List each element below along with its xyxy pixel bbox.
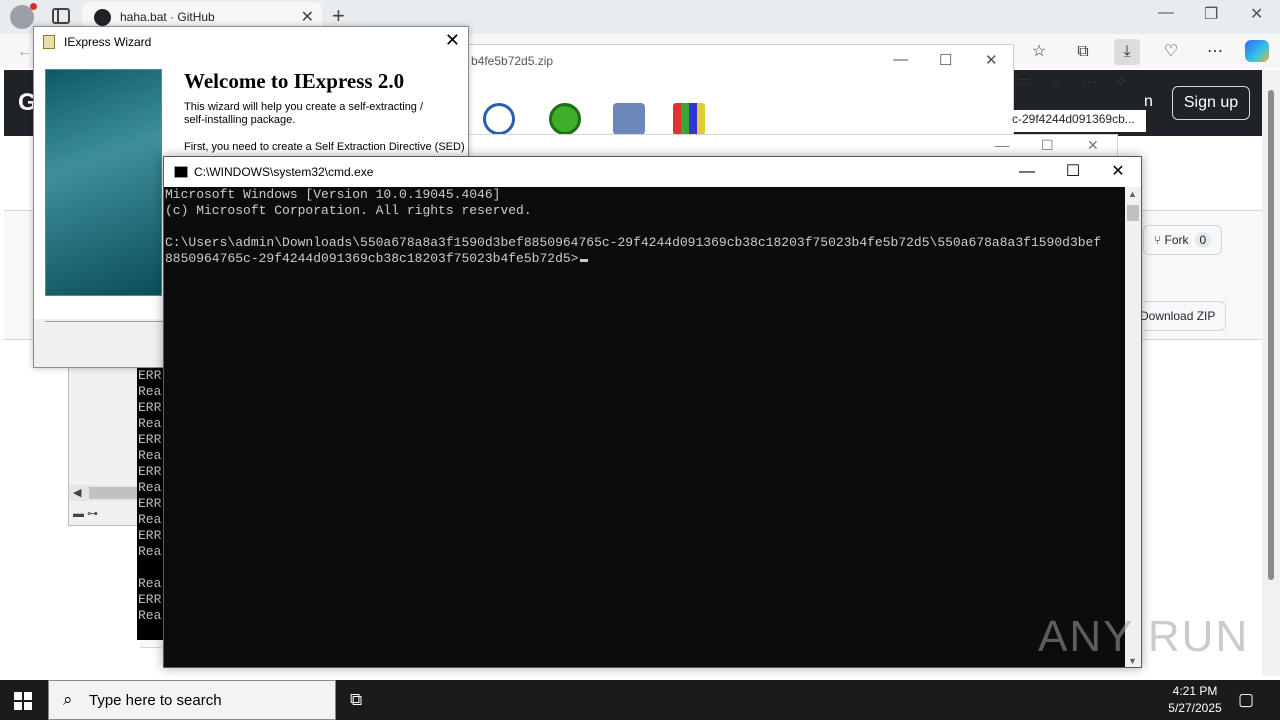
fork-count: 0 bbox=[1194, 232, 1212, 248]
archive-more-icon[interactable]: ⋯ bbox=[1076, 70, 1102, 96]
cmd-output-line: C:\Users\admin\Downloads\550a678a8a3f159… bbox=[165, 235, 1102, 250]
fork-icon: ⑂ bbox=[1154, 233, 1165, 247]
cmd-maximize-button[interactable]: ☐ bbox=[1050, 159, 1096, 185]
wizard-banner-image bbox=[45, 69, 162, 296]
extensions-icon[interactable]: ♡ bbox=[1158, 39, 1184, 65]
archive-maximize-button[interactable]: ☐ bbox=[939, 51, 952, 69]
virus-scan-icon[interactable] bbox=[549, 103, 581, 135]
log-line: Rea bbox=[138, 448, 162, 463]
search-icon: ⌕ bbox=[63, 690, 73, 709]
browser-minimize-button[interactable]: — bbox=[1158, 4, 1174, 22]
log-line: ERR bbox=[138, 432, 162, 447]
iexpress-app-icon bbox=[43, 35, 55, 49]
download-zip-button[interactable]: Download ZIP bbox=[1130, 301, 1227, 331]
pin-icon[interactable]: ✧ bbox=[1108, 70, 1134, 96]
notification-icon[interactable]: ▢ bbox=[1238, 690, 1254, 710]
log-line: ERR bbox=[138, 528, 162, 543]
tab-close-icon[interactable]: ✕ bbox=[301, 7, 314, 27]
cmd-output-line: 8850964765c-29f4244d091369cb38c18203f750… bbox=[165, 251, 1125, 267]
browser-restore-button[interactable]: ❐ bbox=[1204, 4, 1218, 24]
iexpress-titlebar[interactable]: IExpress Wizard ✕ bbox=[34, 27, 468, 57]
collections-icon[interactable]: ⧉ bbox=[1070, 39, 1096, 65]
log-line: ERR bbox=[138, 400, 162, 415]
iexpress-title: IExpress Wizard bbox=[64, 35, 152, 49]
background-window: — ☐ ✕ bbox=[462, 134, 1118, 158]
archive-title: b4fe5b72d5.zip bbox=[471, 54, 554, 68]
tab-title: haha.bat · GitHub bbox=[120, 10, 215, 24]
fork-button[interactable]: ⑂ Fork 0 bbox=[1143, 225, 1223, 255]
cmd-cursor bbox=[580, 259, 589, 262]
github-favicon-icon bbox=[94, 9, 111, 26]
archive-path: c-29f4244d091369cb... bbox=[1010, 110, 1146, 132]
cmd-output-line bbox=[165, 219, 1125, 235]
comment-icon[interactable] bbox=[613, 103, 645, 135]
cmd-title: C:\WINDOWS\system32\cmd.exe bbox=[194, 165, 374, 179]
wizard-intro-text: This wizard will help you create a self-… bbox=[184, 101, 424, 126]
cmd-output-line: Microsoft Windows [Version 10.0.19045.40… bbox=[165, 187, 501, 202]
archive-close-button[interactable]: ✕ bbox=[985, 51, 998, 69]
task-view-icon[interactable]: ⧉ bbox=[350, 690, 362, 710]
log-line: ERR bbox=[138, 464, 162, 479]
archive-minimize-button[interactable]: — bbox=[893, 51, 908, 68]
clock-date: 5/27/2025 bbox=[1168, 701, 1222, 715]
fork-label: Fork bbox=[1164, 233, 1189, 247]
taskbar: ⌕ Type here to search ⧉ 4:21 PM 5/27/202… bbox=[0, 680, 1280, 720]
wizard-heading: Welcome to IExpress 2.0 bbox=[184, 69, 405, 93]
log-line: Rea bbox=[138, 576, 162, 591]
bg-window-close-button[interactable]: ✕ bbox=[1087, 137, 1099, 154]
windows-start-icon[interactable] bbox=[14, 692, 32, 710]
cmd-minimize-button[interactable]: — bbox=[1004, 159, 1050, 185]
status-icons: ▬ ⊶ bbox=[73, 508, 99, 520]
more-icon[interactable]: ⋯ bbox=[1202, 39, 1228, 65]
taskbar-search-box[interactable]: ⌕ Type here to search bbox=[48, 680, 336, 720]
bg-window-minimize-button[interactable]: — bbox=[995, 137, 1009, 153]
cmd-app-icon bbox=[174, 166, 188, 178]
taskbar-clock[interactable]: 4:21 PM 5/27/2025 bbox=[1160, 683, 1230, 717]
tab-actions-icon[interactable] bbox=[52, 8, 70, 24]
log-output: ERR Rea ERR Rea ERR Rea ERR Rea ERR Rea ERR Rea Rea E… bbox=[137, 368, 165, 640]
anyrun-watermark: ANY RUN bbox=[1038, 612, 1250, 661]
log-line: Rea bbox=[138, 384, 162, 399]
search-placeholder: Type here to search bbox=[89, 692, 222, 709]
favorites-icon[interactable]: ☆ bbox=[1026, 39, 1052, 65]
page-lower-bar bbox=[140, 640, 162, 648]
log-line: Rea bbox=[138, 608, 162, 623]
sign-in-link[interactable]: n bbox=[1144, 93, 1153, 111]
cmd-vertical-scrollbar[interactable]: ▲ ▼ bbox=[1125, 187, 1141, 667]
sign-up-button[interactable]: Sign up bbox=[1172, 86, 1250, 120]
download-icon[interactable]: ⤓ bbox=[1114, 39, 1140, 65]
cmd-console[interactable]: Microsoft Windows [Version 10.0.19045.40… bbox=[164, 187, 1125, 667]
copilot-icon[interactable] bbox=[1245, 40, 1269, 62]
cmd-output-line: (c) Microsoft Corporation. All rights re… bbox=[165, 203, 532, 218]
search-icon[interactable]: ⌕ bbox=[1044, 70, 1070, 96]
scroll-up-icon[interactable]: ▲ bbox=[1128, 189, 1137, 199]
log-line: Rea bbox=[138, 512, 162, 527]
scroll-left-icon[interactable]: ◀ bbox=[73, 486, 81, 499]
clock-time: 4:21 PM bbox=[1172, 684, 1218, 698]
log-line: Rea bbox=[138, 480, 162, 495]
cmd-window: C:\WINDOWS\system32\cmd.exe — ☐ ✕ Micros… bbox=[163, 156, 1142, 668]
log-line: Rea bbox=[138, 544, 162, 559]
cmd-scroll-thumb[interactable] bbox=[1127, 205, 1139, 221]
profile-avatar[interactable] bbox=[10, 3, 37, 29]
log-line: Rea bbox=[138, 416, 162, 431]
bg-window-maximize-button[interactable]: ☐ bbox=[1041, 137, 1054, 154]
wizard-sed-text: First, you need to create a Self Extract… bbox=[184, 141, 464, 153]
browser-close-button[interactable]: ✕ bbox=[1250, 4, 1263, 24]
folder-icon[interactable]: ▭ bbox=[1011, 69, 1037, 95]
log-line: ERR bbox=[138, 496, 162, 511]
log-line: ERR bbox=[138, 592, 162, 607]
cmd-close-button[interactable]: ✕ bbox=[1095, 159, 1141, 185]
page-scrollbar[interactable] bbox=[1262, 70, 1280, 676]
info-icon[interactable] bbox=[483, 103, 515, 135]
page-scrollbar-thumb[interactable] bbox=[1268, 90, 1274, 580]
cmd-titlebar[interactable]: C:\WINDOWS\system32\cmd.exe — ☐ ✕ bbox=[164, 157, 1141, 187]
iexpress-close-button[interactable]: ✕ bbox=[445, 30, 460, 51]
sfx-icon[interactable] bbox=[673, 103, 705, 135]
log-line: ERR bbox=[138, 368, 162, 383]
